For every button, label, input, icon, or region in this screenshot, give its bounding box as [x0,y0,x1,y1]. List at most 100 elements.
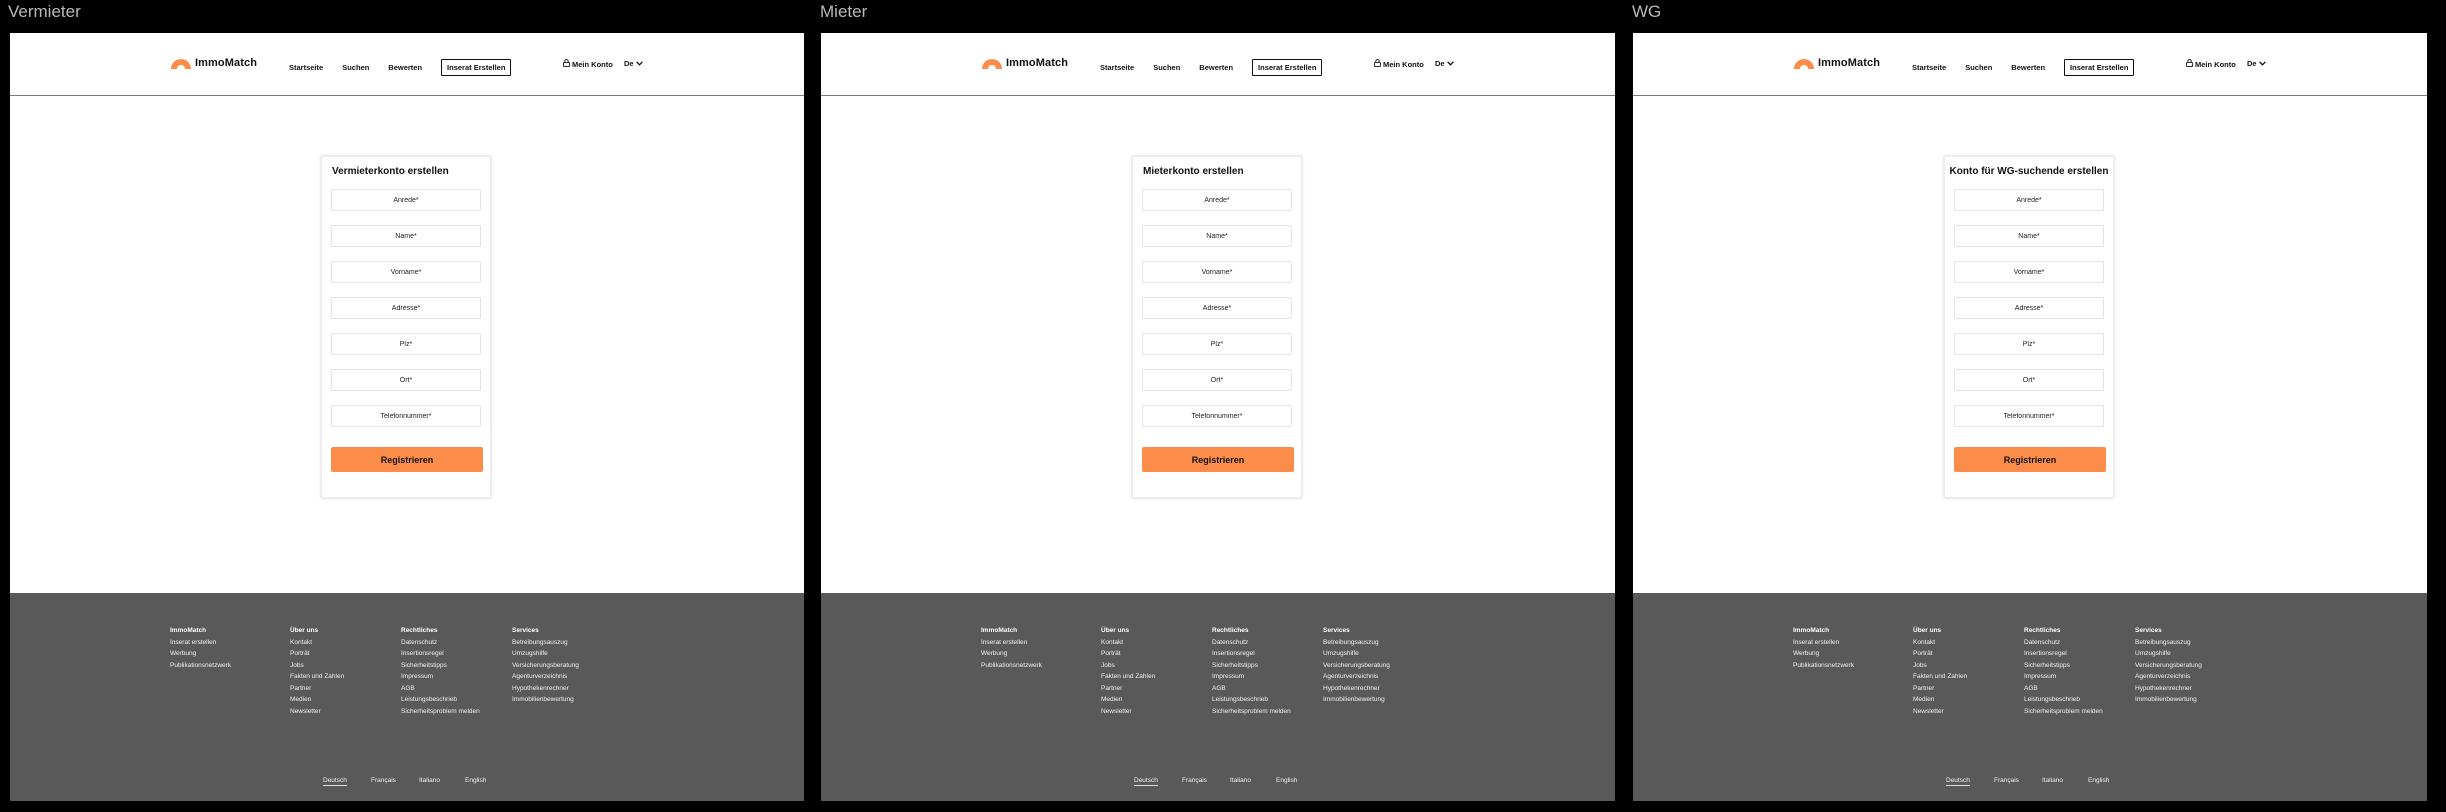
salutation-field[interactable] [331,189,481,211]
footer-link[interactable]: Versicherungsberatung [2135,660,2202,672]
name-field[interactable] [1142,225,1292,247]
nav-search[interactable]: Suchen [1153,63,1180,72]
create-listing-button[interactable]: Inserat Erstellen [1252,59,1323,76]
language-option-de[interactable]: Deutsch [1134,777,1158,786]
footer-link[interactable]: Newsletter [1913,706,1967,718]
city-field[interactable] [1142,369,1292,391]
footer-link[interactable]: Partner [290,683,344,695]
phone-field[interactable] [1142,405,1292,427]
footer-link[interactable]: Immobilienbewertung [2135,694,2202,706]
footer-link[interactable]: Agenturverzeichnis [1323,671,1390,683]
language-option-fr[interactable]: Français [1994,777,2019,784]
footer-link[interactable]: Datenschutz [401,637,480,649]
address-field[interactable] [1142,297,1292,319]
footer-link[interactable]: Sicherheitstipps [2024,660,2103,672]
nav-home[interactable]: Startseite [1912,63,1946,72]
footer-link[interactable]: Immobilienbewertung [1323,694,1390,706]
footer-link[interactable]: Porträt [1913,648,1967,660]
language-option-en[interactable]: English [1276,777,1297,784]
logo[interactable]: ImmoMatch [1793,53,1880,73]
footer-link[interactable]: Porträt [1101,648,1155,660]
account-link[interactable]: Mein Konto [563,59,613,69]
language-option-de[interactable]: Deutsch [323,777,347,786]
nav-rate[interactable]: Bewerten [2011,63,2045,72]
footer-link[interactable]: Jobs [1913,660,1967,672]
address-field[interactable] [331,297,481,319]
footer-link[interactable]: Sicherheitsproblem melden [1212,706,1291,718]
language-option-fr[interactable]: Français [371,777,396,784]
footer-link[interactable]: Publikationsnetzwerk [1793,660,1854,672]
footer-link[interactable]: Leistungsbeschrieb [401,694,480,706]
footer-link[interactable]: Newsletter [290,706,344,718]
footer-link[interactable]: Werbung [981,648,1042,660]
footer-link[interactable]: Partner [1101,683,1155,695]
language-option-it[interactable]: Italiano [419,777,440,784]
footer-link[interactable]: Umzugshilfe [2135,648,2202,660]
footer-link[interactable]: Insertionsregel [401,648,480,660]
footer-link[interactable]: Leistungsbeschrieb [1212,694,1291,706]
language-option-fr[interactable]: Français [1182,777,1207,784]
account-link[interactable]: Mein Konto [2186,59,2236,69]
footer-link[interactable]: AGB [401,683,480,695]
footer-link[interactable]: Datenschutz [2024,637,2103,649]
footer-link[interactable]: Inserat erstellen [981,637,1042,649]
footer-link[interactable]: Fakten und Zahlen [290,671,344,683]
salutation-field[interactable] [1142,189,1292,211]
footer-link[interactable]: Publikationsnetzwerk [170,660,231,672]
footer-link[interactable]: Sicherheitstipps [401,660,480,672]
footer-link[interactable]: AGB [1212,683,1291,695]
footer-link[interactable]: Impressum [1212,671,1291,683]
footer-link[interactable]: Werbung [1793,648,1854,660]
footer-link[interactable]: Sicherheitsproblem melden [2024,706,2103,718]
account-link[interactable]: Mein Konto [1374,59,1424,69]
nav-rate[interactable]: Bewerten [1199,63,1233,72]
footer-link[interactable]: Betreibungsauszug [1323,637,1390,649]
footer-link[interactable]: Betreibungsauszug [512,637,579,649]
language-option-en[interactable]: English [465,777,486,784]
create-listing-button[interactable]: Inserat Erstellen [441,59,512,76]
nav-home[interactable]: Startseite [1100,63,1134,72]
footer-link[interactable]: Publikationsnetzwerk [981,660,1042,672]
register-button[interactable]: Registrieren [331,447,483,472]
footer-link[interactable]: Partner [1913,683,1967,695]
footer-link[interactable]: Immobilienbewertung [512,694,579,706]
footer-link[interactable]: Hypothekenrechner [2135,683,2202,695]
language-selector[interactable]: De [624,59,643,68]
footer-link[interactable]: Kontakt [290,637,344,649]
footer-link[interactable]: Fakten und Zahlen [1101,671,1155,683]
footer-link[interactable]: Sicherheitstipps [1212,660,1291,672]
footer-link[interactable]: Umzugshilfe [512,648,579,660]
nav-home[interactable]: Startseite [289,63,323,72]
city-field[interactable] [331,369,481,391]
footer-link[interactable]: Hypothekenrechner [1323,683,1390,695]
language-option-en[interactable]: English [2088,777,2109,784]
footer-link[interactable]: Newsletter [1101,706,1155,718]
footer-link[interactable]: Medien [1913,694,1967,706]
zip-field[interactable] [1954,333,2104,355]
footer-link[interactable]: Jobs [290,660,344,672]
footer-link[interactable]: Agenturverzeichnis [512,671,579,683]
footer-link[interactable]: Kontakt [1913,637,1967,649]
firstname-field[interactable] [331,261,481,283]
footer-link[interactable]: Werbung [170,648,231,660]
firstname-field[interactable] [1142,261,1292,283]
logo[interactable]: ImmoMatch [170,53,257,73]
zip-field[interactable] [1142,333,1292,355]
footer-link[interactable]: Agenturverzeichnis [2135,671,2202,683]
footer-link[interactable]: Betreibungsauszug [2135,637,2202,649]
name-field[interactable] [1954,225,2104,247]
nav-search[interactable]: Suchen [342,63,369,72]
language-selector[interactable]: De [1435,59,1454,68]
footer-link[interactable]: Umzugshilfe [1323,648,1390,660]
firstname-field[interactable] [1954,261,2104,283]
footer-link[interactable]: Versicherungsberatung [512,660,579,672]
footer-link[interactable]: Sicherheitsproblem melden [401,706,480,718]
create-listing-button[interactable]: Inserat Erstellen [2064,59,2135,76]
language-option-it[interactable]: Italiano [1230,777,1251,784]
footer-link[interactable]: Hypothekenrechner [512,683,579,695]
language-option-de[interactable]: Deutsch [1946,777,1970,786]
name-field[interactable] [331,225,481,247]
footer-link[interactable]: AGB [2024,683,2103,695]
nav-rate[interactable]: Bewerten [388,63,422,72]
footer-link[interactable]: Jobs [1101,660,1155,672]
